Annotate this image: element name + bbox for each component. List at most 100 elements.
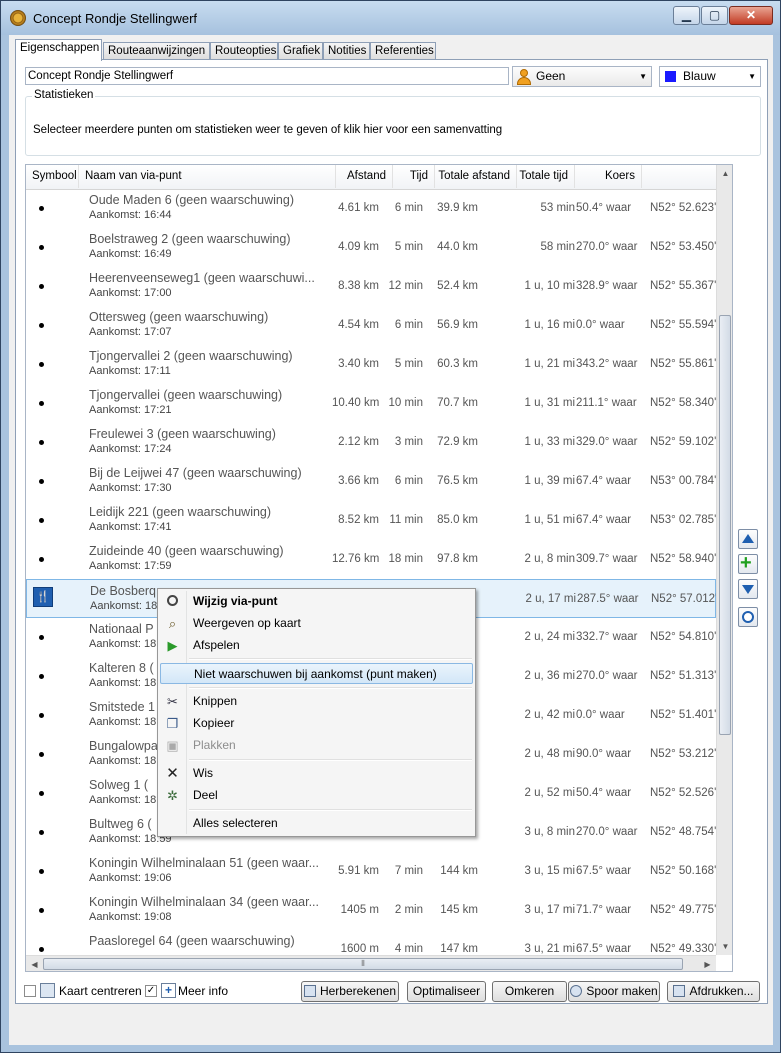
scroll-down-icon[interactable]: ▼ (717, 938, 732, 955)
move-up-button[interactable] (738, 529, 758, 549)
scroll-up-icon[interactable]: ▲ (717, 165, 732, 182)
cell-totale-tijd: 1 u, 33 mi (524, 436, 576, 448)
tab-grafiek[interactable]: Grafiek (278, 42, 323, 60)
menu-item-afspelen[interactable]: ▶ Afspelen (160, 635, 473, 656)
tab-eigenschappen[interactable]: Eigenschappen (15, 39, 102, 61)
cell-koers: 329.0° waar (576, 436, 638, 448)
cell-tijd: 11 min (389, 514, 423, 526)
menu-item-deel[interactable]: ✲ Deel (160, 785, 473, 806)
symbol-dot-icon (39, 635, 44, 640)
cell-totale-tijd: 2 u, 52 mi (524, 787, 576, 799)
route-name-input[interactable]: Concept Rondje Stellingwerf (25, 67, 509, 85)
menu-item-plakken[interactable]: ▣ Plakken (160, 735, 473, 756)
column-header-koers[interactable]: Koers (575, 165, 642, 188)
column-header-coord[interactable] (642, 165, 716, 188)
column-header-symbool[interactable]: Symbool (26, 165, 79, 188)
cell-totale-afstand: 145 km (440, 904, 478, 916)
time-settings-button[interactable] (738, 607, 758, 627)
horizontal-scroll-thumb[interactable]: ⦀ (43, 958, 683, 970)
color-select[interactable]: Blauw ▼ (659, 66, 761, 87)
add-via-point-button[interactable]: + (738, 552, 758, 574)
menu-item-wis[interactable]: ✕ Wis (160, 763, 473, 784)
delete-icon: ✕ (166, 765, 179, 782)
table-row[interactable]: Ottersweg (geen waarschuwing) Aankomst: 1… (26, 306, 716, 345)
table-row[interactable]: Freulewei 3 (geen waarschuwing) Aankomst:… (26, 423, 716, 462)
symbol-dot-icon (39, 908, 44, 913)
cell-totale-tijd: 2 u, 24 mi (524, 631, 576, 643)
vertical-scroll-thumb[interactable] (719, 315, 731, 735)
menu-item-wijzig-via-punt[interactable]: Wijzig via-punt (160, 591, 473, 612)
horizontal-scrollbar[interactable]: ◀ ⦀ ▶ (26, 955, 716, 971)
symbol-dot-icon (39, 362, 44, 367)
menu-item-kopieer[interactable]: ❐ Kopieer (160, 713, 473, 734)
column-header-afstand[interactable]: Afstand (336, 165, 393, 188)
cell-afstand: 8.52 km (338, 514, 379, 526)
tab-referenties[interactable]: Referenties (370, 42, 436, 60)
symbol-dot-icon (39, 323, 44, 328)
cell-tijd: 4 min (394, 943, 423, 955)
cell-afstand: 12.76 km (332, 553, 380, 565)
table-row[interactable]: Leidijk 221 (geen waarschuwing) Aankomst:… (26, 501, 716, 540)
cell-koers: 270.0° waar (576, 670, 638, 682)
meer-info-checkbox[interactable]: ✓ (145, 985, 157, 997)
menu-item-weergeven-op-kaart[interactable]: ⌕ Weergeven op kaart (160, 613, 473, 634)
column-header-tijd[interactable]: Tijd (393, 165, 435, 188)
list-header: Symbool Naam van via-punt Afstand Tijd T… (26, 165, 716, 190)
statistics-group[interactable]: Statistieken Selecteer meerdere punten o… (25, 89, 761, 156)
table-row[interactable]: Boelstraweg 2 (geen waarschuwing) Aankoms… (26, 228, 716, 267)
menu-separator (189, 658, 472, 660)
menu-item-niet-waarschuwen[interactable]: Niet waarschuwen bij aankomst (punt make… (160, 663, 473, 684)
table-row[interactable]: Oude Maden 6 (geen waarschuwing) Aankomst… (26, 189, 716, 228)
menu-item-knippen[interactable]: ✂ Knippen (160, 691, 473, 712)
cell-totale-tijd: 58 min (540, 241, 575, 253)
column-header-totale-tijd[interactable]: Totale tijd (517, 165, 575, 188)
info-plus-icon: + (161, 983, 176, 998)
arrival-time: Aankomst: 17:07 (89, 326, 172, 338)
arrival-time: Aankomst: 16:44 (89, 209, 172, 221)
herberekenen-button[interactable]: Herberekenen (301, 981, 399, 1002)
tab-routeopties[interactable]: Routeopties (210, 42, 278, 60)
warning-select[interactable]: Geen ▼ (512, 66, 652, 87)
cell-koers: 270.0° waar (576, 826, 638, 838)
symbol-dot-icon (39, 791, 44, 796)
menu-item-alles-selecteren[interactable]: Alles selecteren (160, 813, 473, 834)
omkeren-button[interactable]: Omkeren (492, 981, 567, 1002)
table-row[interactable]: Bij de Leijwei 47 (geen waarschuwing) Aan… (26, 462, 716, 501)
symbol-dot-icon (39, 830, 44, 835)
tab-routeaanwijzingen[interactable]: Routeaanwijzingen (103, 42, 210, 60)
scroll-left-icon[interactable]: ◀ (26, 956, 43, 971)
menu-separator (189, 809, 472, 811)
table-row[interactable]: Koningin Wilhelminalaan 34 (geen waar...… (26, 891, 716, 930)
tab-notities[interactable]: Notities (323, 42, 370, 60)
cell-totale-afstand: 60.3 km (437, 358, 478, 370)
cell-afstand: 1600 m (340, 943, 379, 955)
close-button[interactable]: ✕ (729, 6, 773, 25)
column-header-naam[interactable]: Naam van via-punt (79, 165, 336, 188)
spoor-maken-button[interactable]: Spoor maken (568, 981, 660, 1002)
maximize-button[interactable]: ▢ (701, 6, 728, 25)
afdrukken-label: Afdrukken... (689, 984, 754, 998)
via-point-list[interactable]: Symbool Naam van via-punt Afstand Tijd T… (25, 164, 733, 972)
cell-afstand: 3.40 km (338, 358, 379, 370)
kaart-centreren-checkbox[interactable] (24, 985, 36, 997)
table-row[interactable]: Koningin Wilhelminalaan 51 (geen waar...… (26, 852, 716, 891)
move-down-button[interactable] (738, 579, 758, 599)
optimaliseer-button[interactable]: Optimaliseer (407, 981, 486, 1002)
afdrukken-button[interactable]: Afdrukken... (667, 981, 760, 1002)
minimize-button[interactable]: ▁ (673, 6, 700, 25)
cell-afstand: 2.12 km (338, 436, 379, 448)
table-row[interactable]: Tjongervallei 2 (geen waarschuwing) Aanko… (26, 345, 716, 384)
vertical-scrollbar[interactable]: ▲ ▼ (716, 165, 732, 955)
scroll-right-icon[interactable]: ▶ (699, 956, 716, 971)
column-header-totale-afstand[interactable]: Totale afstand (435, 165, 517, 188)
cell-tijd: 10 min (388, 397, 423, 409)
cell-afstand: 4.54 km (338, 319, 379, 331)
cell-coordinate: N53° 02.785' (650, 514, 716, 526)
statistics-text[interactable]: Selecteer meerdere punten om statistieke… (33, 124, 502, 136)
context-menu: Wijzig via-punt ⌕ Weergeven op kaart ▶ Afs… (157, 588, 476, 837)
title-bar[interactable]: Concept Rondje Stellingwerf ▁ ▢ ✕ (1, 1, 780, 35)
table-row[interactable]: Tjongervallei (geen waarschuwing) Aankoms… (26, 384, 716, 423)
table-row[interactable]: Heerenveenseweg1 (geen waarschuwi... Aank… (26, 267, 716, 306)
table-row[interactable]: Zuideinde 40 (geen waarschuwing) Aankomst… (26, 540, 716, 579)
menu-separator (189, 687, 472, 689)
